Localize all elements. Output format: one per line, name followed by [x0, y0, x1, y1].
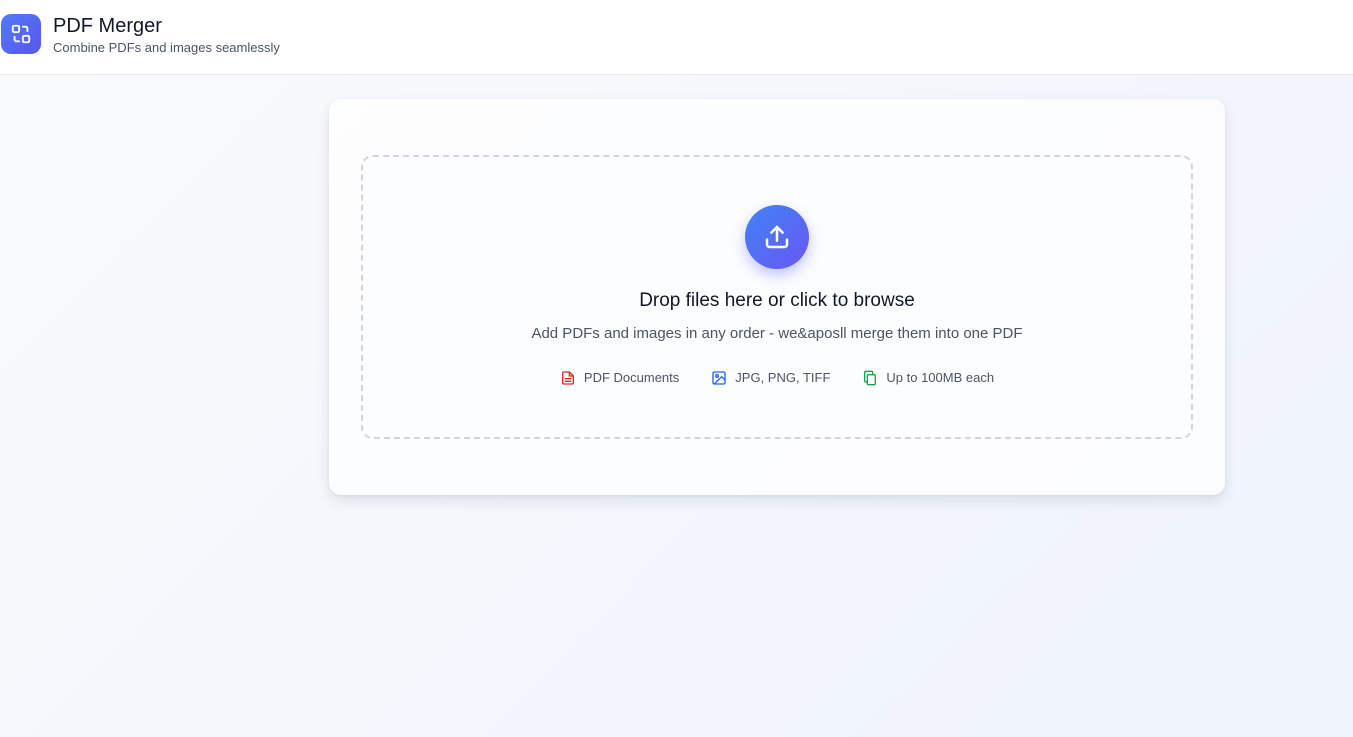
- file-dropzone[interactable]: Drop files here or click to browse Add P…: [361, 155, 1193, 439]
- files-icon: [864, 370, 877, 386]
- feature-label: JPG, PNG, TIFF: [735, 370, 831, 385]
- app-subtitle: Combine PDFs and images seamlessly: [53, 40, 280, 55]
- file-text-icon: [561, 371, 574, 385]
- app-title: PDF Merger: [53, 15, 162, 37]
- supported-formats: PDF Documents JPG, PNG, TIFF Up to 100MB…: [363, 369, 1191, 387]
- upload-card: Drop files here or click to browse Add P…: [329, 99, 1225, 495]
- app-header: PDF Merger Combine PDFs and images seaml…: [0, 0, 1353, 75]
- image-icon: [712, 371, 726, 385]
- feature-label: PDF Documents: [583, 370, 680, 385]
- feature-size-limit: Up to 100MB each: [862, 369, 994, 387]
- feature-images: JPG, PNG, TIFF: [711, 369, 830, 387]
- feature-label: Up to 100MB each: [886, 370, 995, 385]
- app-logo: [1, 14, 41, 54]
- merge-icon: [11, 24, 31, 44]
- upload-icon: [765, 225, 789, 249]
- dropzone-subtitle: Add PDFs and images in any order - we&ap…: [531, 325, 1023, 342]
- feature-pdf: PDF Documents: [560, 369, 679, 387]
- dropzone-title: Drop files here or click to browse: [639, 290, 915, 311]
- upload-button[interactable]: [745, 205, 809, 269]
